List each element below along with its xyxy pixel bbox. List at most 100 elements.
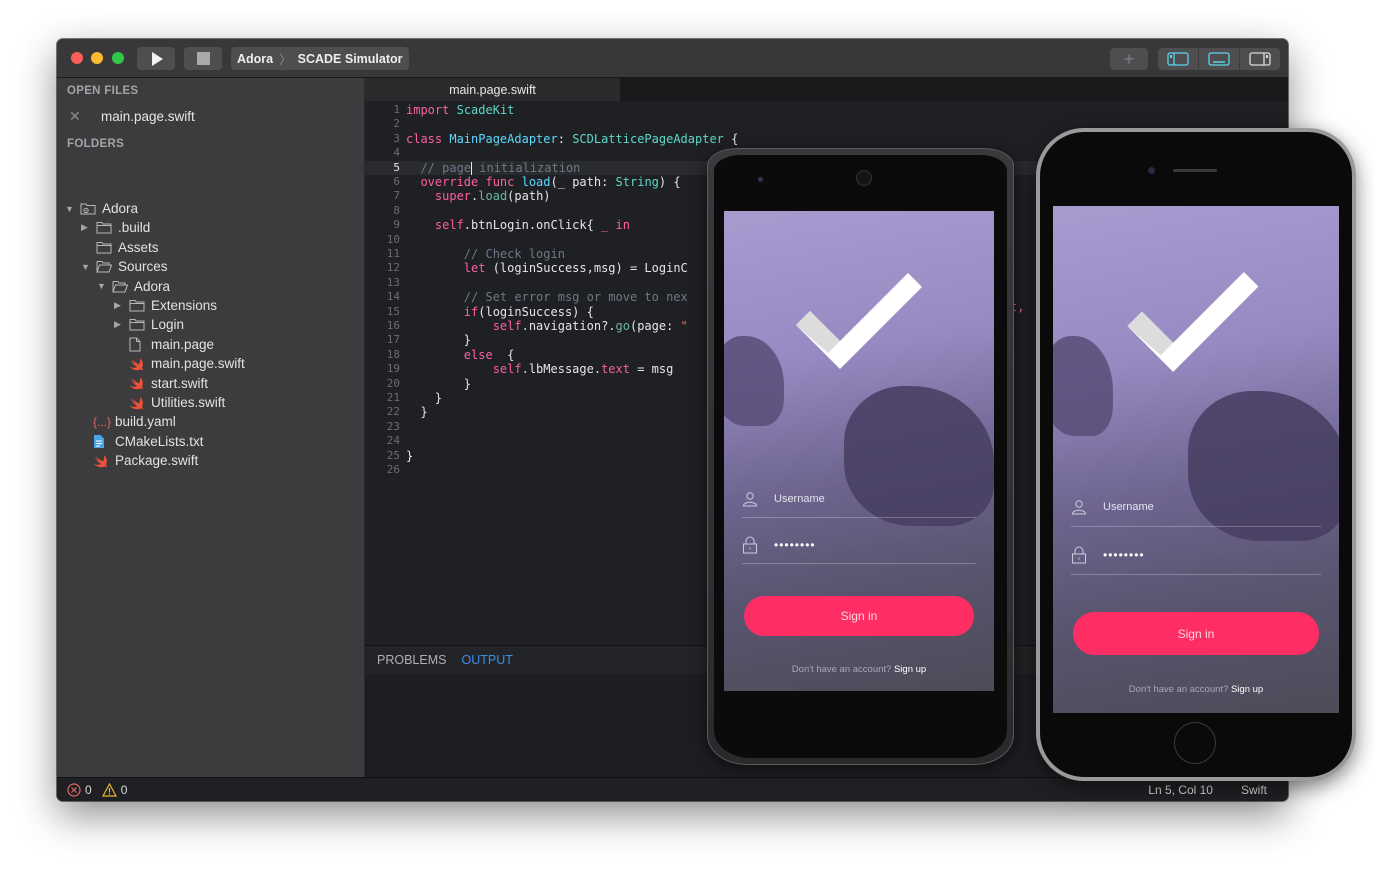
sign-in-button[interactable]: Sign in	[1073, 612, 1319, 655]
minimize-window-button[interactable]	[91, 52, 103, 64]
tree-item[interactable]: ▶ Extensions	[114, 296, 217, 315]
toggle-sidebar-button[interactable]	[1158, 48, 1199, 70]
code-token: if	[406, 304, 479, 319]
username-placeholder: Username	[774, 493, 825, 505]
warning-count[interactable]: 0	[121, 783, 128, 797]
tree-item[interactable]: Assets	[81, 238, 159, 257]
line-number: 14	[386, 290, 400, 304]
tree-item-label: .build	[118, 220, 151, 236]
home-button[interactable]	[1174, 722, 1216, 764]
cursor-position[interactable]: Ln 5, Col 10	[1148, 783, 1213, 797]
code-token: // Set error msg or move to nex	[406, 290, 688, 305]
tree-item[interactable]: ▼ Adora	[65, 199, 138, 218]
chevron-right-icon[interactable]: ▶	[114, 300, 129, 311]
lock-icon	[743, 536, 757, 554]
password-value: ••••••••	[1103, 548, 1145, 562]
sign-up-link[interactable]: Sign up	[894, 664, 926, 675]
line-number: 4	[393, 146, 400, 160]
code-token: }	[406, 391, 443, 405]
language-mode[interactable]: Swift	[1241, 783, 1267, 797]
password-value: ••••••••	[774, 538, 816, 552]
sign-in-button[interactable]: Sign in	[744, 596, 974, 636]
stop-button[interactable]	[184, 47, 222, 70]
breadcrumb[interactable]: Adora 〉 SCADE Simulator	[231, 47, 409, 70]
run-button[interactable]	[137, 47, 175, 70]
chevron-right-icon[interactable]: ▶	[114, 319, 129, 330]
code-text: override func load(_ path: String) {	[406, 175, 681, 189]
code-token: go	[615, 319, 630, 333]
tree-item-label: Login	[151, 317, 185, 333]
warning-icon[interactable]	[101, 783, 117, 797]
code-text: self.btnLogin.onClick{ _ in	[406, 218, 630, 232]
tab-problems[interactable]: PROBLEMS	[377, 653, 446, 667]
toggle-right-panel-button[interactable]	[1240, 48, 1280, 70]
tree-item-label: Adora	[102, 201, 139, 216]
iphone-screen: Username •••••••• Sign in Don't have an …	[1053, 206, 1339, 713]
code-token: .navigation?.	[521, 319, 616, 333]
breadcrumb-project[interactable]: Adora	[237, 52, 273, 66]
line-number: 6	[393, 175, 400, 188]
code-line[interactable]: 1 import ScadeKit	[365, 103, 1288, 117]
line-number: 3	[393, 131, 400, 145]
chevron-down-icon[interactable]: ▼	[81, 262, 96, 272]
line-number: 11	[386, 247, 400, 260]
android-camera	[856, 170, 872, 186]
code-token: .lbMessage.	[521, 362, 602, 377]
tree-item[interactable]: ▶ .build	[81, 218, 150, 237]
folder-open-icon	[112, 280, 134, 293]
username-field[interactable]: Username	[1071, 488, 1321, 527]
tree-item[interactable]: CMakeLists.txt	[93, 432, 204, 451]
folder-icon	[129, 318, 151, 331]
add-button[interactable]: +	[1110, 48, 1148, 70]
tree-item-label: main.page	[151, 336, 215, 352]
chevron-right-icon[interactable]: ▶	[81, 222, 96, 233]
tree-item[interactable]: main.page	[114, 335, 214, 354]
password-field[interactable]: ••••••••	[742, 527, 976, 564]
tree-item-label: Package.swift	[115, 453, 199, 469]
code-token: = msg	[629, 362, 674, 377]
tree-item[interactable]: {...} build.yaml	[93, 412, 176, 431]
tree-item-label: Adora	[134, 278, 171, 294]
chevron-down-icon[interactable]: ▼	[65, 204, 80, 214]
tree-item[interactable]: Utilities.swift	[114, 393, 225, 412]
code-text: }	[406, 405, 427, 419]
code-text: }	[406, 449, 413, 463]
code-token: }	[406, 376, 472, 391]
tab-output[interactable]: OUTPUT	[461, 653, 512, 667]
code-token: MainPageAdapter	[449, 131, 558, 146]
open-file-name[interactable]: main.page.swift	[101, 109, 195, 124]
folder-open-icon	[96, 260, 118, 273]
layout-toggle-group	[1158, 48, 1280, 70]
iphone-camera	[1148, 167, 1155, 174]
close-file-icon[interactable]: ✕	[69, 108, 101, 125]
sign-up-link[interactable]: Sign up	[1231, 684, 1263, 695]
line-number: 8	[393, 203, 400, 217]
tree-item[interactable]: ▼ Adora	[97, 277, 170, 296]
line-number: 12	[386, 261, 400, 275]
close-window-button[interactable]	[71, 52, 83, 64]
folder-icon	[96, 221, 118, 234]
breadcrumb-target[interactable]: SCADE Simulator	[298, 52, 403, 66]
open-file-item[interactable]: ✕ main.page.swift	[69, 108, 195, 125]
code-token: ) {	[658, 175, 681, 189]
password-field[interactable]: ••••••••	[1071, 536, 1321, 575]
chevron-down-icon[interactable]: ▼	[97, 281, 112, 291]
tree-item[interactable]: Package.swift	[93, 451, 198, 470]
tree-item-label: Extensions	[151, 298, 218, 313]
code-text: super.load(path)	[406, 189, 551, 203]
tree-item[interactable]: start.swift	[114, 374, 208, 393]
maximize-window-button[interactable]	[112, 52, 124, 64]
error-count[interactable]: 0	[85, 783, 92, 797]
tree-item-label: main.page.swift	[151, 356, 245, 372]
line-number: 21	[386, 391, 400, 404]
tree-item[interactable]: ▶ Login	[114, 315, 184, 334]
error-icon[interactable]	[67, 783, 81, 797]
rock-image	[1053, 336, 1113, 436]
tree-item[interactable]: ▼ Sources	[81, 257, 168, 276]
tree-item[interactable]: main.page.swift	[114, 354, 245, 373]
toggle-bottom-panel-button[interactable]	[1199, 48, 1240, 70]
editor-tab[interactable]: main.page.swift	[365, 78, 620, 101]
text-file-icon	[93, 434, 115, 449]
username-field[interactable]: Username	[742, 481, 976, 518]
line-number: 23	[386, 419, 400, 433]
